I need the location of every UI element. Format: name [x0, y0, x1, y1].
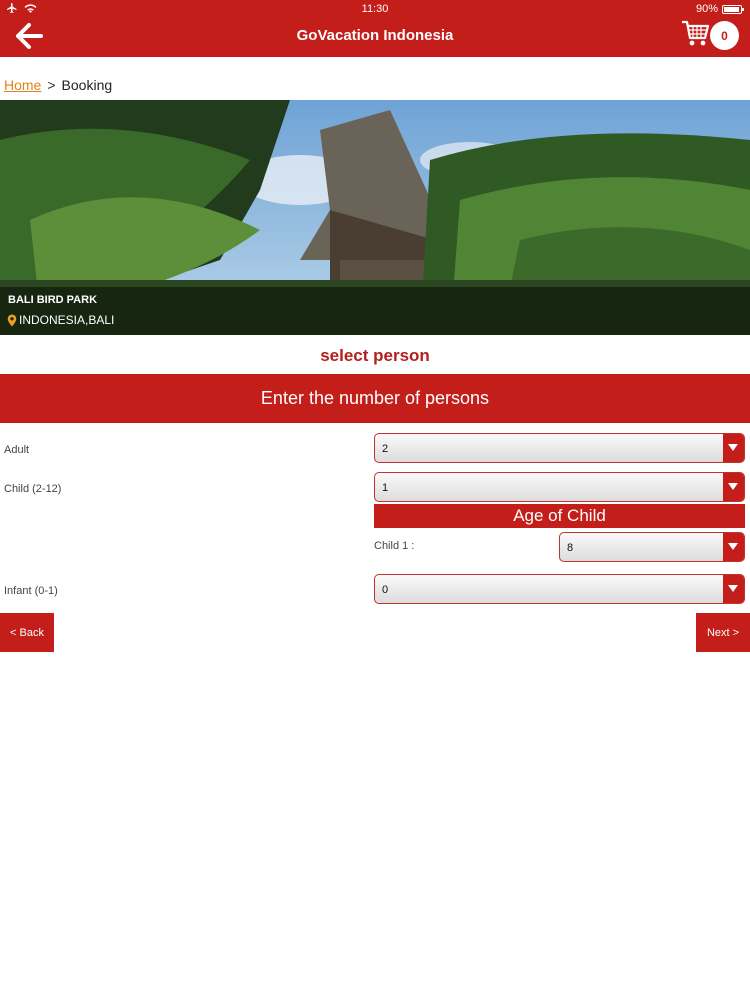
infant-select[interactable]: 0: [374, 574, 745, 604]
adult-select[interactable]: 2: [374, 433, 745, 463]
cart-icon[interactable]: [680, 18, 710, 48]
breadcrumb: Home > Booking: [4, 77, 112, 93]
location-pin-icon: [7, 314, 17, 326]
hero-location: INDONESIA,BALI: [7, 313, 114, 327]
battery-percent: 90%: [695, 3, 718, 15]
adult-label: Adult: [4, 444, 30, 456]
persons-banner: Enter the number of persons: [0, 374, 750, 423]
breadcrumb-home-link[interactable]: Home: [4, 77, 41, 93]
status-right: 90%: [695, 3, 744, 15]
status-bar: 11:30 90%: [0, 0, 750, 18]
adult-select-value: 2: [382, 443, 389, 455]
child1-age-select[interactable]: 8: [559, 532, 745, 562]
infant-select-value: 0: [382, 584, 389, 596]
battery-icon: [722, 4, 744, 14]
hero-image: [0, 100, 750, 335]
dropdown-arrow-icon: [723, 434, 744, 462]
hero-place-name: BALI BIRD PARK: [8, 294, 98, 306]
infant-label: Infant (0-1): [4, 585, 58, 597]
child-select-value: 1: [382, 482, 389, 494]
hero-location-text: INDONESIA,BALI: [19, 313, 115, 327]
page-title: GoVacation Indonesia: [296, 27, 454, 44]
back-button[interactable]: < Back: [0, 613, 54, 652]
status-time: 11:30: [361, 3, 389, 15]
age-of-child-header: Age of Child: [374, 504, 745, 528]
breadcrumb-separator: >: [47, 77, 56, 93]
next-button[interactable]: Next >: [696, 613, 750, 652]
dropdown-arrow-icon: [723, 533, 744, 561]
cart-count-badge[interactable]: 0: [710, 21, 739, 50]
section-title: select person: [320, 346, 430, 365]
breadcrumb-current: Booking: [61, 77, 113, 93]
child-label: Child (2-12): [4, 483, 62, 495]
child-select[interactable]: 1: [374, 472, 745, 502]
dropdown-arrow-icon: [723, 473, 744, 501]
child1-age-label: Child 1 :: [374, 540, 415, 552]
dropdown-arrow-icon: [723, 575, 744, 603]
hero-photo: [0, 100, 750, 335]
child1-age-value: 8: [567, 542, 574, 554]
